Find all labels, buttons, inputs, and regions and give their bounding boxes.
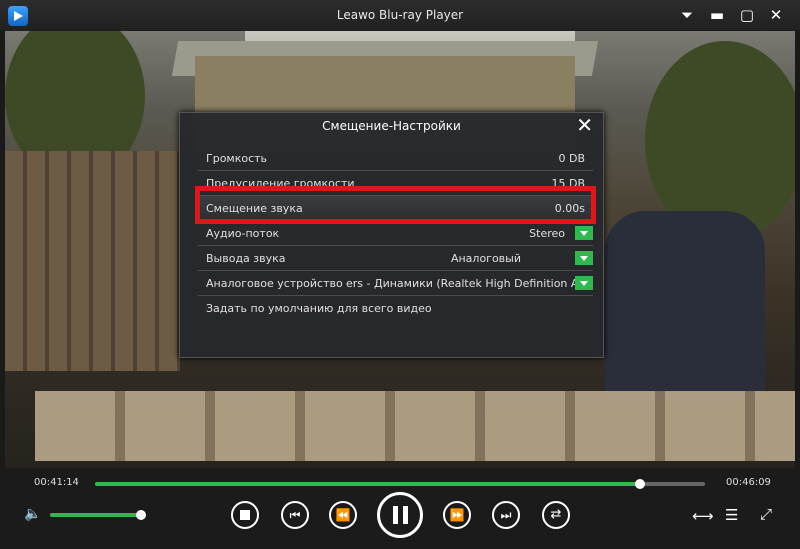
minimize-icon[interactable]: ▬ <box>707 5 727 25</box>
dialog-close-icon[interactable]: ✕ <box>576 115 593 135</box>
audio-stream-row[interactable]: Аудио-поток Stereo <box>198 221 593 246</box>
fullscreen-icon[interactable]: ⤢ <box>760 505 772 523</box>
seek-bar[interactable] <box>95 479 705 489</box>
volume-handle[interactable] <box>136 510 147 520</box>
row-value: ers - Динамики (Realtek High Definition … <box>346 277 575 290</box>
analog-device-row[interactable]: Аналоговое устройство ers - Динамики (Re… <box>198 271 593 296</box>
share-icon[interactable]: ⟷ <box>692 507 714 525</box>
pause-bar <box>403 506 408 524</box>
rewind-icon[interactable]: ⏪ <box>329 501 357 529</box>
volume-icon[interactable]: 🔈 <box>24 506 41 522</box>
title-bar: Leawo Blu-ray Player ⏷ ▬ ▢ ✕ <box>0 0 800 31</box>
video-person <box>605 211 765 401</box>
seek-handle[interactable] <box>634 479 645 489</box>
menu-dropdown-icon[interactable]: ⏷ <box>677 5 697 25</box>
row-value: 0 DB <box>558 152 585 165</box>
volume-fill <box>50 513 142 517</box>
chevron-down-icon[interactable] <box>575 251 593 265</box>
video-logs <box>35 391 795 461</box>
row-label: Громкость <box>206 152 268 165</box>
pause-bar <box>393 506 398 524</box>
total-duration: 00:46:09 <box>726 477 771 488</box>
maximize-icon[interactable]: ▢ <box>737 5 757 25</box>
chevron-down-icon[interactable] <box>575 276 593 290</box>
highlight-frame <box>195 186 596 224</box>
next-chapter-icon[interactable]: ⏭ <box>492 501 520 529</box>
chevron-down-icon[interactable] <box>575 226 593 240</box>
row-value: Stereo <box>529 227 565 240</box>
previous-chapter-icon[interactable]: ⏮ <box>281 501 309 529</box>
audio-output-row[interactable]: Вывода звука Аналоговый <box>198 246 593 271</box>
row-label: Вывода звука <box>206 252 286 265</box>
dialog-title: Смещение-Настройки <box>322 119 461 133</box>
set-default-row[interactable]: Задать по умолчанию для всего видео <box>198 296 593 320</box>
volume-row[interactable]: Громкость 0 DB <box>198 146 593 171</box>
pause-icon[interactable] <box>377 492 423 538</box>
player-window: Leawo Blu-ray Player ⏷ ▬ ▢ ✕ Смещение-На… <box>0 0 800 549</box>
fast-forward-icon[interactable]: ⏩ <box>443 501 471 529</box>
row-label: Задать по умолчанию для всего видео <box>206 302 432 315</box>
row-value: Аналоговый <box>450 252 521 265</box>
offset-settings-dialog: Смещение-Настройки ✕ Громкость 0 DB Пред… <box>179 112 604 358</box>
row-label: Аудио-поток <box>206 227 280 240</box>
row-label: Аналоговое устройство <box>206 277 343 290</box>
playlist-icon[interactable]: ⇄ <box>542 501 570 529</box>
elapsed-time: 00:41:14 <box>34 477 79 488</box>
stop-glyph <box>240 510 250 520</box>
video-fence <box>5 151 180 371</box>
close-icon[interactable]: ✕ <box>766 5 786 25</box>
seek-bar-fill <box>95 482 640 486</box>
menu-list-icon[interactable]: ☰ <box>725 506 738 524</box>
control-bar: 00:41:14 00:46:09 🔈 ⏮ ⏪ ⏩ ⏭ ⇄ ⟷ ☰ ⤢ <box>0 468 800 549</box>
volume-slider[interactable] <box>50 510 147 520</box>
stop-icon[interactable] <box>231 501 259 529</box>
